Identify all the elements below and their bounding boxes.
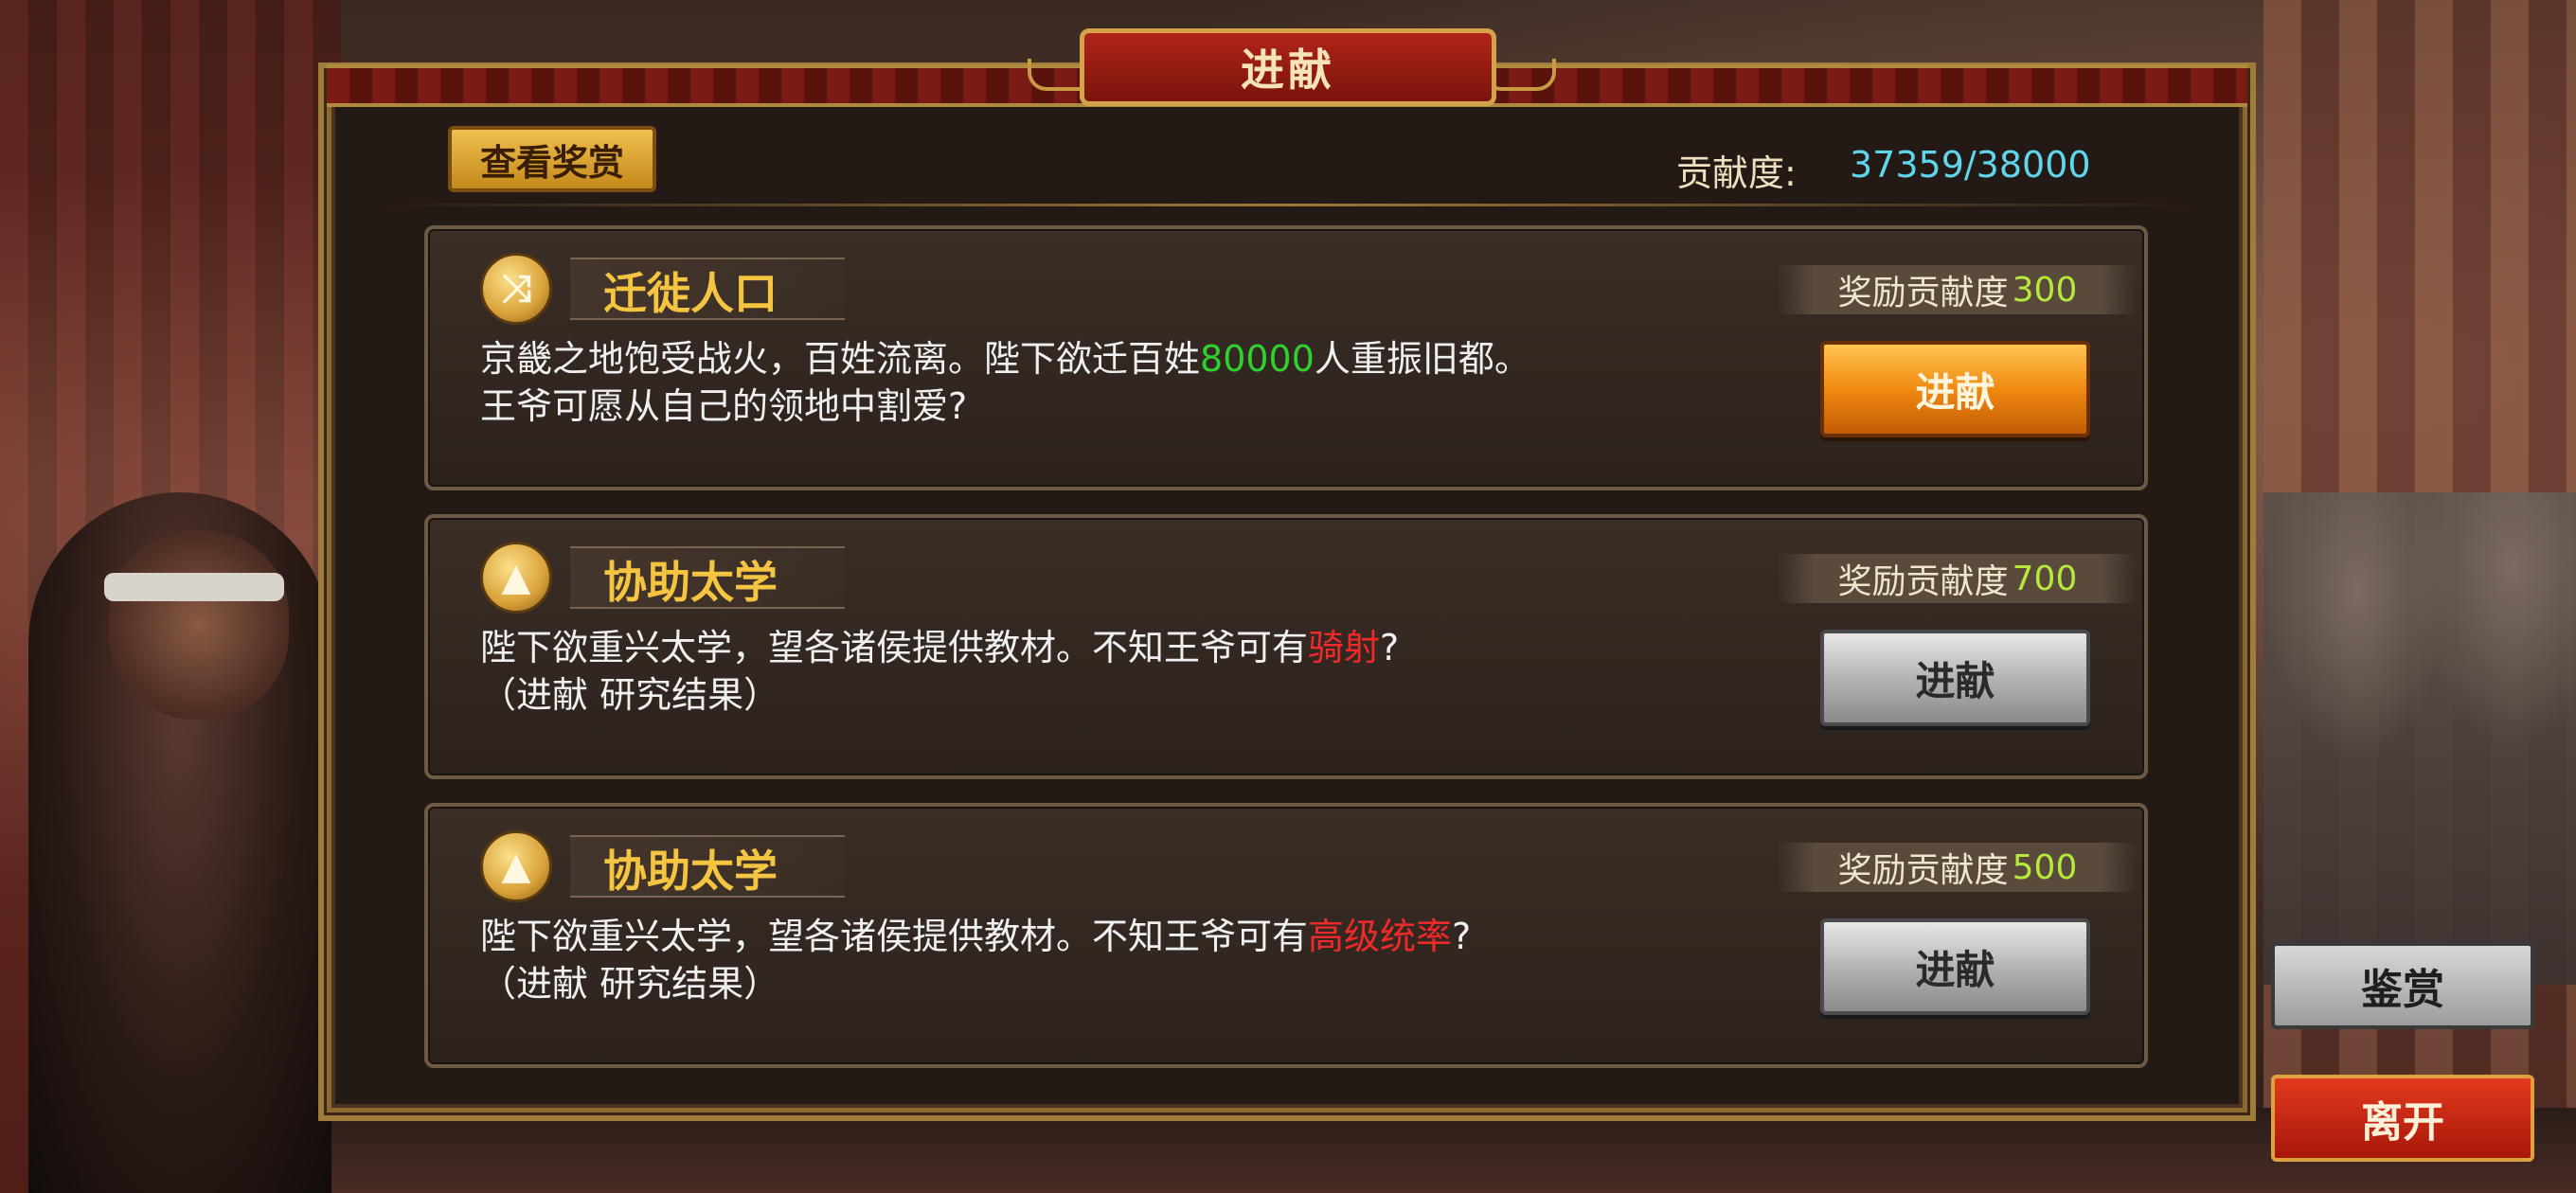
shuffle-icon: ⤨ — [480, 253, 552, 325]
background-officials-right — [2263, 492, 2576, 985]
pyramid-icon: ▲ — [480, 542, 552, 614]
background-character-headband — [104, 573, 284, 601]
tribute-button[interactable]: 进献 — [1820, 630, 2090, 726]
tribute-button[interactable]: 进献 — [1820, 918, 2090, 1015]
page-title: 进献 — [1241, 45, 1335, 96]
contribution-label: 贡献度: — [1676, 152, 1797, 194]
reward-value: 700 — [2012, 559, 2078, 598]
reward-tag: 奖励贡献度 500 — [1778, 843, 2138, 892]
task-highlight: 骑射 — [1308, 627, 1381, 668]
tribute-button[interactable]: 进献 — [1820, 341, 2090, 437]
task-highlight: 高级统率 — [1308, 916, 1453, 957]
task-description: 京畿之地饱受战火，百姓流离。陛下欲迁百姓80000人重振旧都。 王爷可愿从自己的… — [480, 338, 1530, 427]
appreciate-button[interactable]: 鉴赏 — [2271, 942, 2534, 1029]
task-title: 迁徙人口 — [603, 268, 778, 319]
task-title: 协助太学 — [603, 557, 778, 608]
pyramid-icon: ▲ — [480, 830, 552, 902]
reward-tag: 奖励贡献度 700 — [1778, 554, 2138, 603]
task-highlight: 80000 — [1200, 338, 1315, 380]
task-description: 陛下欲重兴太学，望各诸侯提供教材。不知王爷可有骑射? （进献 研究结果） — [480, 627, 1400, 716]
view-reward-button[interactable]: 查看奖赏 — [448, 126, 656, 192]
header-divider — [374, 204, 2202, 206]
task-card: ▲ 协助太学 陛下欲重兴太学，望各诸侯提供教材。不知王爷可有高级统率? （进献 … — [424, 803, 2148, 1068]
reward-tag: 奖励贡献度 300 — [1778, 265, 2138, 314]
leave-button[interactable]: 离开 — [2271, 1075, 2534, 1162]
task-card: ▲ 协助太学 陛下欲重兴太学，望各诸侯提供教材。不知王爷可有骑射? （进献 研究… — [424, 514, 2148, 779]
task-title: 协助太学 — [603, 846, 778, 897]
contribution-value: 37359/38000 — [1850, 144, 2091, 186]
task-description: 陛下欲重兴太学，望各诸侯提供教材。不知王爷可有高级统率? （进献 研究结果） — [480, 916, 1472, 1005]
task-card: ⤨ 迁徙人口 京畿之地饱受战火，百姓流离。陛下欲迁百姓80000人重振旧都。 王… — [424, 225, 2148, 490]
title-banner: 进献 — [1080, 28, 1496, 106]
reward-value: 300 — [2012, 270, 2078, 310]
reward-value: 500 — [2012, 847, 2078, 887]
background-floor — [331, 1108, 2576, 1193]
background-character-head — [109, 530, 289, 720]
